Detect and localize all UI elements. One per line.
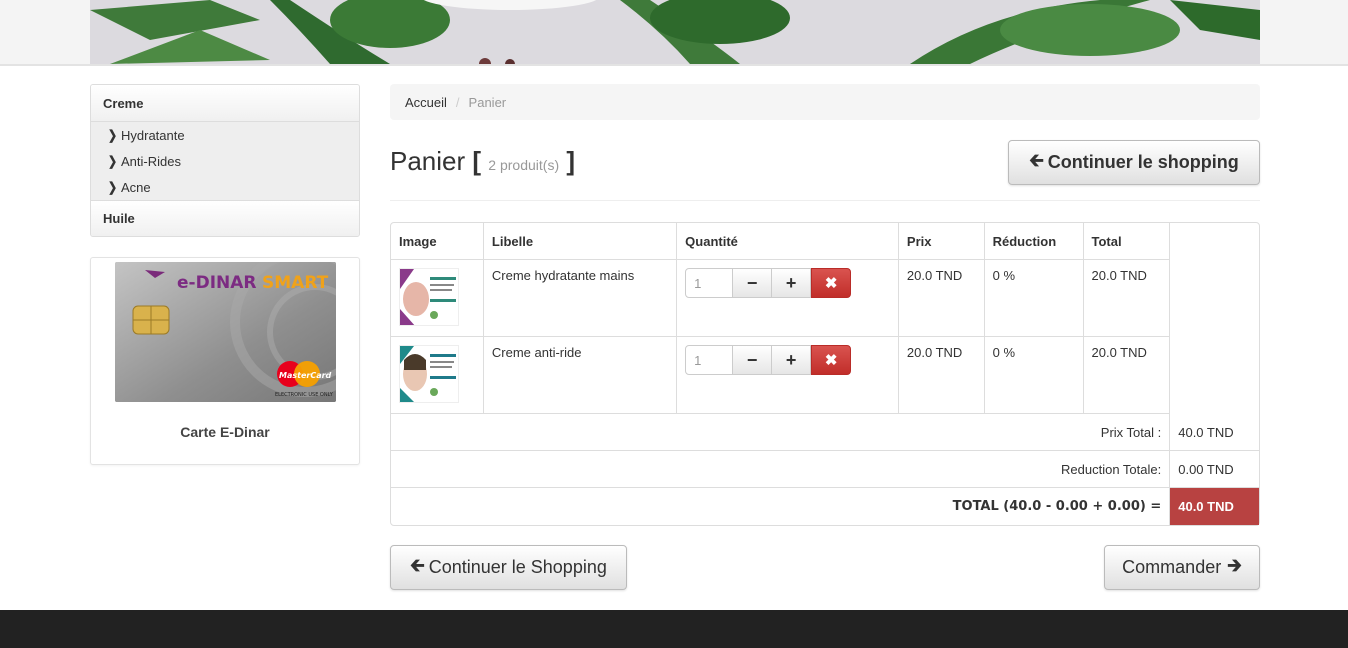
quantity-cell: 1 − + ✖ xyxy=(677,260,899,337)
category-panel: Creme ❯ Hydratante ❯ Anti-Rides ❯ Acne H… xyxy=(90,84,360,237)
chevron-right-icon: ❯ xyxy=(108,154,118,169)
chevron-right-icon: ❯ xyxy=(108,128,118,143)
discount-cell: 0 % xyxy=(984,337,1084,414)
plus-icon: + xyxy=(785,349,797,370)
prix-total-label: Prix Total : xyxy=(391,414,1171,451)
continue-shopping-bottom-button[interactable]: 🡰 Continuer le Shopping xyxy=(390,545,627,590)
minus-button[interactable]: − xyxy=(733,345,773,375)
chevron-right-icon: ❯ xyxy=(108,180,118,195)
title-bracket-open: [ xyxy=(472,146,482,176)
empty-cell xyxy=(1170,337,1259,414)
product-label: Creme hydratante mains xyxy=(483,260,678,337)
times-icon: ✖ xyxy=(824,352,838,369)
category-item-label: Anti-Rides xyxy=(121,153,181,169)
category-item-label: Acne xyxy=(121,179,151,195)
header-reduction: Réduction xyxy=(984,223,1084,260)
svg-text:SMART: SMART xyxy=(262,273,329,293)
product-thumbnail[interactable] xyxy=(399,345,459,403)
header-image: Image xyxy=(391,223,484,260)
card-caption[interactable]: Carte E-Dinar xyxy=(91,424,359,440)
row-total-cell: 20.0 TND xyxy=(1083,337,1171,414)
plus-button[interactable]: + xyxy=(772,345,812,375)
minus-icon: − xyxy=(746,272,758,293)
quantity-cell: 1 − + ✖ xyxy=(677,337,899,414)
page-title-text: Panier xyxy=(390,146,466,176)
order-label: Commander xyxy=(1122,557,1222,577)
grand-total-label: TOTAL (40.0 - 0.00 + 0.00) = xyxy=(391,488,1171,525)
price-cell: 20.0 TND xyxy=(898,260,985,337)
product-image-cell xyxy=(391,260,484,337)
page-title: Panier [ 2 produit(s) ] xyxy=(390,146,575,177)
summary-row-grand-total: TOTAL (40.0 - 0.00 + 0.00) = 40.0 TND xyxy=(391,488,1259,525)
arrow-left-icon: 🡰 xyxy=(1029,149,1044,170)
category-item-hydratante[interactable]: ❯ Hydratante xyxy=(91,122,359,148)
breadcrumb-separator: / xyxy=(455,94,460,110)
category-huile[interactable]: Huile xyxy=(91,200,359,236)
arrow-left-icon: 🡰 xyxy=(410,554,425,575)
plus-icon: + xyxy=(785,272,797,293)
header-banner xyxy=(90,0,1260,64)
footer xyxy=(0,610,1348,648)
sidebar: Creme ❯ Hydratante ❯ Anti-Rides ❯ Acne H… xyxy=(90,84,360,465)
arrow-right-icon: 🡲 xyxy=(1227,554,1242,575)
cart-count: 2 produit(s) xyxy=(488,157,560,173)
product-label: Creme anti-ride xyxy=(483,337,678,414)
cart-table: Image Libelle Quantité Prix Réduction To… xyxy=(390,222,1260,526)
remove-button[interactable]: ✖ xyxy=(811,268,852,298)
breadcrumb-current: Panier xyxy=(468,94,507,110)
table-row: Creme hydratante mains 1 − + ✖ 20.0 TND … xyxy=(391,260,1259,337)
order-button[interactable]: Commander 🡲 xyxy=(1104,545,1260,590)
table-row: Creme anti-ride 1 − + ✖ 20.0 TND 0 % 20.… xyxy=(391,337,1259,414)
summary-row-reduction: Reduction Totale: 0.00 TND xyxy=(391,451,1259,488)
category-item-anti-rides[interactable]: ❯ Anti-Rides xyxy=(91,148,359,174)
table-header-row: Image Libelle Quantité Prix Réduction To… xyxy=(391,223,1259,260)
category-item-label: Hydratante xyxy=(121,127,185,143)
product-image-cell xyxy=(391,337,484,414)
grand-total-value: 40.0 TND xyxy=(1170,488,1259,525)
header-quantite: Quantité xyxy=(677,223,899,260)
svg-text:ELECTRONIC USE ONLY: ELECTRONIC USE ONLY xyxy=(275,392,334,398)
prix-total-value: 40.0 TND xyxy=(1170,414,1259,451)
times-icon: ✖ xyxy=(824,275,838,292)
header-prix: Prix xyxy=(898,223,985,260)
price-cell: 20.0 TND xyxy=(898,337,985,414)
category-item-acne[interactable]: ❯ Acne xyxy=(91,174,359,200)
minus-button[interactable]: − xyxy=(733,268,773,298)
title-divider xyxy=(390,200,1260,201)
header-empty xyxy=(1170,223,1259,260)
edinar-card-panel[interactable]: e-DINAR SMART MasterCard ELECTRONIC USE … xyxy=(90,257,360,465)
continue-shopping-top-button[interactable]: 🡰 Continuer le shopping xyxy=(1008,140,1260,185)
discount-cell: 0 % xyxy=(984,260,1084,337)
product-thumbnail[interactable] xyxy=(399,268,459,326)
svg-text:MasterCard: MasterCard xyxy=(279,371,332,380)
header-libelle: Libelle xyxy=(483,223,678,260)
summary-row-prix-total: Prix Total : 40.0 TND xyxy=(391,414,1259,451)
row-total-cell: 20.0 TND xyxy=(1083,260,1171,337)
main-content: Accueil / Panier Panier [ 2 produit(s) ]… xyxy=(390,84,1260,590)
continue-shopping-label: Continuer le shopping xyxy=(1047,152,1239,172)
reduction-total-label: Reduction Totale: xyxy=(391,451,1171,488)
quantity-stepper: 1 − + ✖ xyxy=(685,268,890,298)
quantity-stepper: 1 − + ✖ xyxy=(685,345,890,375)
title-bracket-close: ] xyxy=(566,146,576,176)
breadcrumb-home[interactable]: Accueil xyxy=(405,95,447,110)
remove-button[interactable]: ✖ xyxy=(811,345,852,375)
category-creme[interactable]: Creme xyxy=(91,85,359,122)
reduction-total-value: 0.00 TND xyxy=(1170,451,1259,488)
quantity-input[interactable]: 1 xyxy=(685,268,734,298)
empty-cell xyxy=(1170,260,1259,337)
quantity-input[interactable]: 1 xyxy=(685,345,734,375)
header-total: Total xyxy=(1083,223,1171,260)
svg-text:e-DINAR: e-DINAR xyxy=(177,273,257,293)
breadcrumb: Accueil / Panier xyxy=(390,84,1260,120)
continue-shopping-label: Continuer le Shopping xyxy=(428,557,607,577)
plus-button[interactable]: + xyxy=(772,268,812,298)
minus-icon: − xyxy=(746,349,758,370)
edinar-card-image: e-DINAR SMART MasterCard ELECTRONIC USE … xyxy=(115,262,336,402)
